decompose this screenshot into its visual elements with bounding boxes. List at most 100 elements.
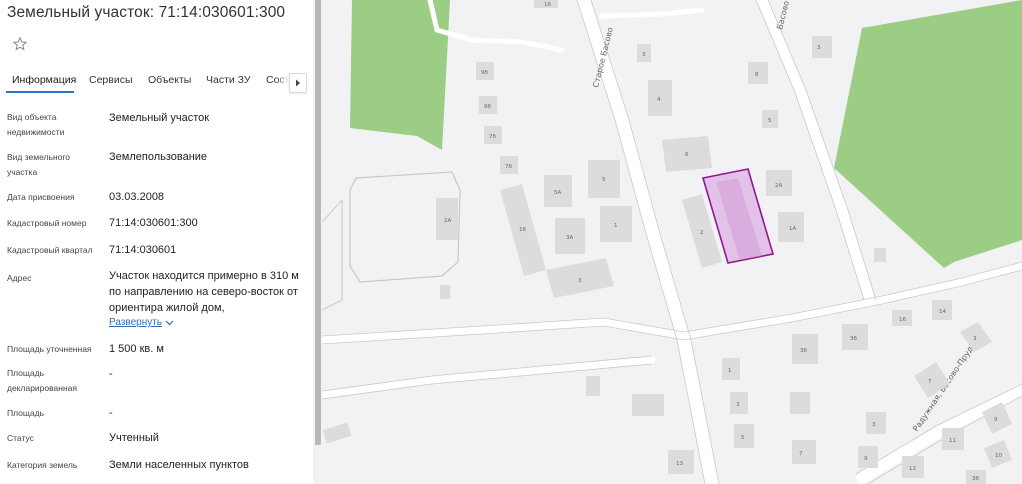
svg-text:5: 5 (741, 435, 745, 441)
field-value-land-category: Земли населенных пунктов (109, 459, 249, 471)
building: 5 (762, 110, 778, 128)
building: 2А (766, 170, 792, 196)
field-value-object-type: Земельный участок (109, 112, 210, 124)
field-value-declared-area: - (109, 368, 113, 380)
svg-text:1: 1 (728, 368, 732, 374)
building: 3 (637, 44, 651, 62)
building: 3 (730, 392, 748, 414)
building: 8 (748, 62, 768, 84)
field-label-parcel-type: Вид земельного участка (7, 152, 71, 177)
svg-text:3б: 3б (972, 476, 979, 482)
field-value-status: Учтенный (109, 432, 159, 444)
svg-text:7: 7 (928, 379, 932, 385)
street-label-basovo: Басово (775, 0, 791, 30)
svg-text:6: 6 (685, 152, 689, 158)
info-panel: Земельный участок: 71:14:030601:300 Инфо… (0, 0, 322, 484)
building: 7б (484, 126, 502, 144)
building: 1 (722, 358, 740, 380)
tab-parts[interactable]: Части ЗУ (206, 74, 251, 86)
building: 3б (792, 334, 818, 364)
expand-address-link[interactable]: Развернуть (109, 317, 162, 328)
field-label-object-type: Вид объекта недвижимости (7, 112, 65, 137)
building: 14 (932, 300, 952, 320)
field-value-parcel-type: Землепользование (109, 151, 208, 163)
svg-text:13: 13 (676, 461, 683, 467)
chevron-down-icon[interactable] (165, 319, 174, 327)
building: 7б (500, 156, 518, 174)
map-canvas[interactable]: Старое Басово Басово Радужная, Басово-Пр… (322, 0, 1022, 484)
svg-text:3: 3 (642, 52, 646, 58)
svg-text:3: 3 (973, 336, 977, 342)
building: 11 (942, 428, 964, 450)
building (632, 394, 664, 416)
building (874, 248, 886, 262)
building (586, 376, 600, 396)
svg-text:1б: 1б (519, 227, 526, 233)
yard-outline-2 (322, 198, 343, 311)
cadastral-map[interactable]: Старое Басово Басово Радужная, Басово-Пр… (322, 0, 1022, 484)
svg-text:10: 10 (995, 453, 1002, 459)
building: 1 (600, 206, 632, 242)
page-title: Земельный участок: 71:14:030601:300 (7, 4, 286, 21)
svg-text:3: 3 (872, 422, 876, 428)
building: 3б (966, 470, 986, 484)
svg-text:11: 11 (949, 438, 956, 444)
active-tab-indicator (6, 91, 74, 93)
svg-text:9: 9 (994, 417, 998, 423)
building: 5 (588, 160, 620, 198)
building: 9б (476, 62, 494, 80)
building: 1б (534, 0, 558, 8)
svg-text:14: 14 (939, 309, 946, 315)
star-icon[interactable] (12, 36, 28, 52)
building: 12 (902, 456, 924, 478)
svg-text:4: 4 (657, 97, 661, 103)
svg-text:9б: 9б (481, 70, 488, 76)
svg-text:2А: 2А (444, 218, 451, 224)
building (322, 422, 352, 444)
building: 16 (892, 310, 912, 326)
panel-scrollbar-thumb[interactable] (315, 0, 321, 445)
building: 9 (858, 446, 878, 468)
svg-text:5: 5 (768, 118, 772, 124)
building: 10 (984, 440, 1012, 468)
tab-services[interactable]: Сервисы (89, 74, 133, 86)
building: 9б (479, 96, 497, 114)
building: 1б (500, 184, 546, 276)
svg-text:1б: 1б (544, 2, 551, 8)
svg-text:3: 3 (736, 402, 740, 408)
tab-fade (276, 68, 290, 94)
svg-text:9: 9 (864, 456, 868, 462)
field-value-cadastral-quarter: 71:14:030601 (109, 244, 177, 256)
field-label-area: Площадь (7, 408, 45, 418)
field-label-address: Адрес (7, 273, 32, 283)
svg-text:7б: 7б (489, 134, 496, 140)
field-label-land-category: Категория земель (7, 460, 78, 470)
field-label-cadastral-quarter: Кадастровый квартал (7, 245, 93, 255)
svg-text:1А: 1А (789, 226, 796, 232)
svg-text:8: 8 (755, 72, 759, 78)
building: 3 (866, 412, 886, 434)
building: 3 (812, 36, 832, 58)
tab-objects[interactable]: Объекты (148, 74, 191, 86)
tab-information[interactable]: Информация (12, 74, 76, 86)
building: 4 (648, 80, 672, 116)
field-value-address: Участок находится примерно в 310 м по на… (109, 270, 299, 314)
svg-text:2А: 2А (775, 183, 782, 189)
field-label-assigned-date: Дата присвоения (7, 192, 75, 202)
field-value-cadastral-number: 71:14:030601:300 (109, 217, 198, 229)
svg-text:3б: 3б (850, 336, 857, 342)
building (440, 285, 450, 299)
building (790, 392, 810, 414)
svg-text:12: 12 (909, 466, 916, 472)
field-label-specified-area: Площадь уточненная (7, 344, 92, 354)
tabs-scroll-right-button[interactable] (289, 73, 307, 93)
svg-text:3: 3 (578, 278, 582, 284)
green-area-right (834, 0, 1022, 268)
svg-text:7б: 7б (505, 164, 512, 170)
building: 5 (734, 424, 754, 448)
field-value-specified-area: 1 500 кв. м (109, 343, 164, 355)
field-label-status: Статус (7, 433, 34, 443)
field-value-assigned-date: 03.03.2008 (109, 191, 165, 203)
field-label-cadastral-number: Кадастровый номер (7, 218, 87, 228)
building: 7 (792, 440, 816, 464)
